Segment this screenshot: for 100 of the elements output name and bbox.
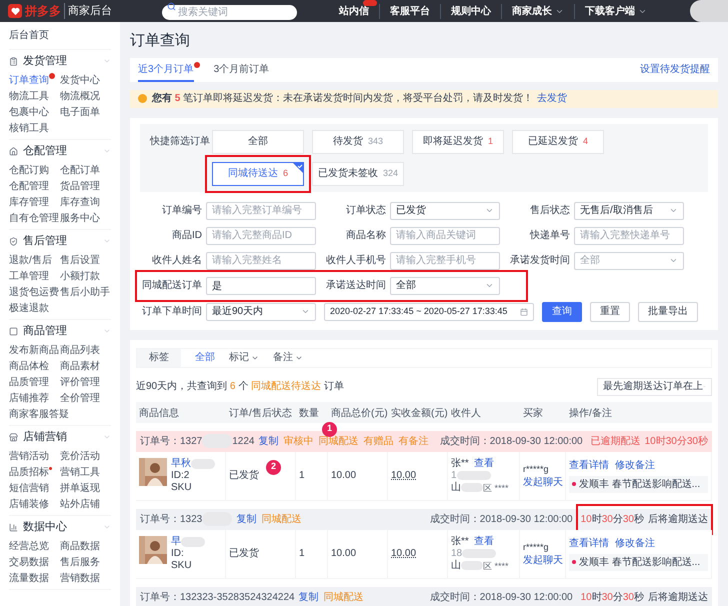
- input-field[interactable]: 请输入完整手机号: [390, 252, 500, 270]
- nav-link[interactable]: 商家成长: [512, 4, 552, 18]
- sidebar-item[interactable]: 库存管理: [9, 194, 49, 210]
- section-title[interactable]: 店铺营销: [23, 428, 67, 446]
- sidebar-item[interactable]: 电子面单: [60, 104, 100, 120]
- sidebar-item[interactable]: 仓配管理: [9, 178, 49, 194]
- sidebar-item[interactable]: 商品体检: [9, 358, 49, 374]
- section-title[interactable]: 仓配管理: [23, 142, 67, 160]
- filter-option[interactable]: 已发货未签收 324: [312, 162, 404, 186]
- sidebar-item[interactable]: 营销工具: [60, 464, 100, 480]
- sidebar-item[interactable]: 退款/售后: [9, 252, 52, 268]
- filter-option[interactable]: 已延迟发货 4: [512, 130, 604, 154]
- input-field[interactable]: 请输入商品关键词: [390, 226, 500, 244]
- filter-option[interactable]: 即将延迟发货 1: [412, 130, 504, 154]
- sidebar-item[interactable]: 评价管理: [60, 374, 100, 390]
- section-title[interactable]: 数据中心: [23, 518, 67, 536]
- sidebar-item[interactable]: 后台首页: [9, 28, 49, 43]
- filter-option[interactable]: 同城待送达 6: [212, 162, 304, 186]
- section-title[interactable]: 发货管理: [23, 52, 67, 70]
- action-link[interactable]: 查看详情: [569, 536, 609, 550]
- section-title[interactable]: 商品管理: [23, 322, 67, 340]
- sidebar-item[interactable]: 店铺装修: [9, 496, 49, 512]
- sidebar-item[interactable]: 全价管理: [60, 390, 100, 406]
- input-field[interactable]: 请输入完整订单编号: [206, 202, 316, 220]
- reminder-link[interactable]: 设置待发货提醒: [640, 62, 710, 77]
- sidebar-item[interactable]: 商品列表: [60, 342, 100, 358]
- chat-link[interactable]: 发起聊天: [523, 476, 562, 488]
- sidebar-item[interactable]: 小额打款: [60, 268, 100, 284]
- sidebar-item[interactable]: 退货包运费: [9, 284, 59, 300]
- sidebar-item[interactable]: 仓配订购: [9, 162, 49, 178]
- nav-link[interactable]: 规则中心: [451, 4, 491, 18]
- avatar[interactable]: [690, 0, 728, 22]
- copy-link[interactable]: 复制: [236, 512, 256, 526]
- sidebar-item[interactable]: 售后小助手: [60, 284, 110, 300]
- select-field[interactable]: 已发货: [390, 202, 500, 220]
- view-link[interactable]: 查看: [474, 536, 494, 546]
- sidebar-item[interactable]: 自有仓管理: [9, 210, 59, 226]
- sidebar-item[interactable]: 站外店铺: [60, 496, 100, 512]
- sidebar-item[interactable]: 库存查询: [60, 194, 100, 210]
- select-field[interactable]: 全部: [390, 276, 500, 294]
- sidebar-item[interactable]: 拼单返现: [60, 480, 100, 496]
- input-field[interactable]: 请输入完整商品ID: [206, 226, 316, 244]
- action-button[interactable]: 查询: [542, 302, 582, 322]
- sidebar-item[interactable]: 品质管理: [9, 374, 49, 390]
- chat-link[interactable]: 发起聊天: [523, 554, 562, 566]
- sidebar-item[interactable]: 发布新商品: [9, 342, 59, 358]
- product-title[interactable]: 早: [171, 536, 181, 548]
- input-field[interactable]: 请输入完整快递单号: [574, 226, 684, 244]
- sidebar-item[interactable]: 工单管理: [9, 268, 49, 284]
- tag-filter[interactable]: 备注: [273, 350, 293, 365]
- action-link[interactable]: 查看详情: [569, 458, 609, 472]
- sidebar-item[interactable]: 服务中心: [60, 210, 100, 226]
- sidebar-item[interactable]: 品质招标: [9, 464, 49, 480]
- view-link[interactable]: 查看: [474, 458, 494, 468]
- product-title[interactable]: 早秋: [171, 458, 191, 470]
- sidebar-item[interactable]: 营销数据: [60, 570, 100, 586]
- sidebar-item[interactable]: 商家客服答疑: [9, 406, 69, 422]
- sidebar-item[interactable]: 发货中心: [60, 72, 100, 88]
- sidebar-item[interactable]: 订单查询: [9, 72, 49, 88]
- sidebar-item[interactable]: 售后服务: [60, 554, 100, 570]
- nav-link[interactable]: 客服平台: [390, 4, 430, 18]
- action-button[interactable]: 批量导出: [638, 302, 698, 322]
- sort-select[interactable]: 最先逾期送达订单在上: [597, 378, 712, 396]
- sidebar-item[interactable]: 竞价活动: [60, 448, 100, 464]
- filter-option[interactable]: 待发货 343: [312, 130, 404, 154]
- tab[interactable]: 3个月前订单: [214, 60, 270, 82]
- tag-filter[interactable]: 标记: [229, 350, 249, 365]
- copy-link[interactable]: 复制: [258, 434, 278, 448]
- sidebar-item[interactable]: 商品数据: [60, 538, 100, 554]
- sidebar-item[interactable]: 交易数据: [9, 554, 49, 570]
- section-title[interactable]: 售后管理: [23, 232, 67, 250]
- tab[interactable]: 近3个月订单: [138, 60, 194, 82]
- sidebar-item[interactable]: 经营总览: [9, 538, 49, 554]
- sidebar-item[interactable]: 物流工具: [9, 88, 49, 104]
- select-field[interactable]: 无售后/取消售后: [574, 202, 684, 220]
- sidebar-item[interactable]: 物流概况: [60, 88, 100, 104]
- ship-now-link[interactable]: 去发货: [537, 91, 568, 106]
- sidebar-item[interactable]: 极速退款: [9, 300, 49, 316]
- sidebar-item[interactable]: 流量数据: [9, 570, 49, 586]
- sidebar-item[interactable]: 包裹中心: [9, 104, 49, 120]
- sidebar-item[interactable]: 售后设置: [60, 252, 100, 268]
- input-field[interactable]: 请输入完整姓名: [206, 252, 316, 270]
- filter-option[interactable]: 全部: [212, 130, 304, 154]
- date-range-field[interactable]: 2020-02-27 17:33:45 ~ 2020-05-27 17:33:45: [324, 302, 534, 320]
- nav-link[interactable]: 下载客户端: [585, 4, 635, 18]
- copy-link[interactable]: 复制: [298, 590, 319, 604]
- sidebar-item[interactable]: 店铺推荐: [9, 390, 49, 406]
- sidebar-item[interactable]: 核销工具: [9, 120, 49, 136]
- search-field[interactable]: 搜索关键词: [162, 5, 297, 20]
- sidebar-item[interactable]: 营销活动: [9, 448, 49, 464]
- action-link[interactable]: 修改备注: [615, 536, 655, 550]
- sidebar-item[interactable]: 短信营销: [9, 480, 49, 496]
- select-field[interactable]: 最近90天内: [206, 302, 316, 320]
- tag-filter[interactable]: 全部: [195, 350, 215, 365]
- sidebar-item[interactable]: 商品素材: [60, 358, 100, 374]
- input-field[interactable]: 是: [206, 276, 316, 294]
- nav-link[interactable]: 站内信: [339, 4, 369, 18]
- action-button[interactable]: 重置: [590, 302, 630, 322]
- action-link[interactable]: 修改备注: [615, 458, 655, 472]
- sidebar-item[interactable]: 货品管理: [60, 178, 100, 194]
